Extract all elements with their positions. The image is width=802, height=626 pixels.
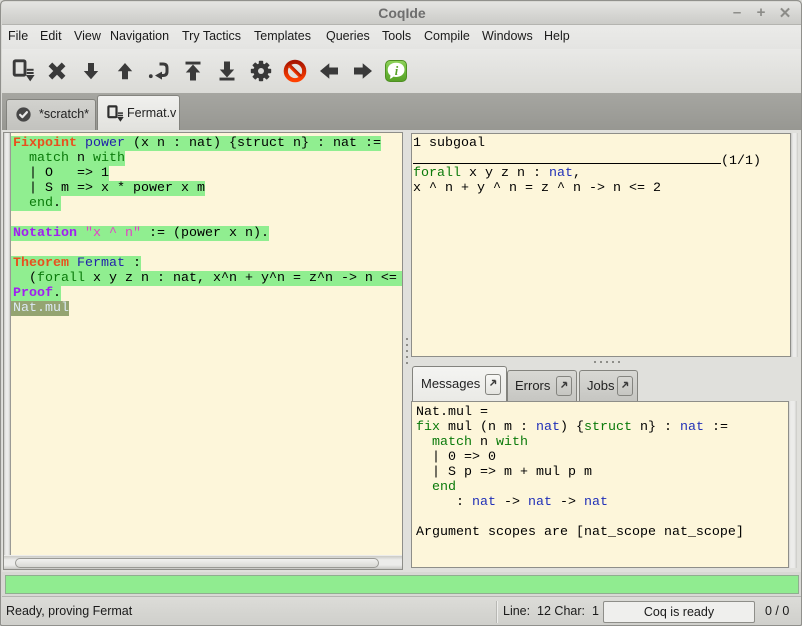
svg-text:i: i [395, 64, 399, 78]
